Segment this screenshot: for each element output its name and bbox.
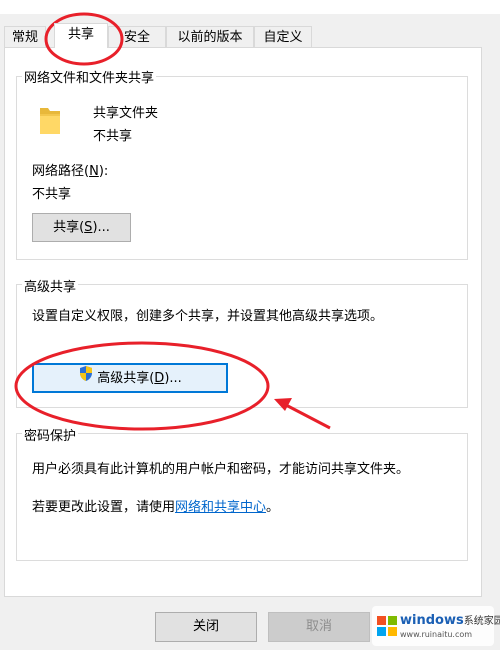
password-protection-legend: 密码保护 [22,425,79,444]
watermark-text: 系统家园 [463,616,500,627]
watermark: windows系统家园 www.ruinaitu.com [372,606,500,646]
cancel-button: 取消 [268,612,370,642]
network-path-label-prefix: 网络路径( [32,164,90,179]
advanced-share-button[interactable]: 高级共享(D)... [32,363,228,393]
tab-general[interactable]: 常规 [4,26,46,47]
network-share-legend: 网络文件和文件夹共享 [22,67,157,86]
folder-icon [36,104,64,136]
advanced-share-button-prefix: 高级共享( [97,371,155,386]
advanced-share-button-key: D [154,371,165,386]
network-path-label-key: N [89,164,99,179]
network-sharing-center-link[interactable]: 网络和共享中心 [175,500,266,515]
advanced-share-description: 设置自定义权限，创建多个共享，并设置其他高级共享选项。 [32,309,384,324]
password-protection-text: 用户必须具有此计算机的用户帐户和密码，才能访问共享文件夹。 [32,462,410,477]
network-path-label-suffix: ): [98,164,109,179]
shared-item-name: 共享文件夹 [93,106,159,121]
tab-previous-versions[interactable]: 以前的版本 [166,26,254,47]
network-path-value: 不共享 [32,187,72,202]
share-button[interactable]: 共享(S)... [32,213,131,242]
windows-logo-icon [377,616,397,636]
password-change-suffix: 。 [266,500,280,515]
tab-security[interactable]: 安全 [108,26,166,47]
window-top-strip [0,0,500,14]
advanced-share-button-suffix: )... [164,371,182,386]
tab-customize[interactable]: 自定义 [254,26,312,47]
watermark-brand: windows [400,613,464,628]
tab-sharing[interactable]: 共享 [54,23,108,48]
share-button-suffix: )... [92,220,110,235]
tab-bar: 常规 共享 安全 以前的版本 自定义 [0,23,500,48]
shared-item-status: 不共享 [93,129,133,144]
password-change-prefix: 若要更改此设置，请使用 [32,500,176,515]
network-path-label: 网络路径(N): [32,160,108,179]
password-change-text: 若要更改此设置，请使用网络和共享中心。 [32,496,279,515]
watermark-url: www.ruinaitu.com [400,630,473,639]
share-button-prefix: 共享( [53,220,85,235]
advanced-share-legend: 高级共享 [22,276,79,295]
uac-shield-icon [78,365,94,392]
close-button[interactable]: 关闭 [155,612,257,642]
